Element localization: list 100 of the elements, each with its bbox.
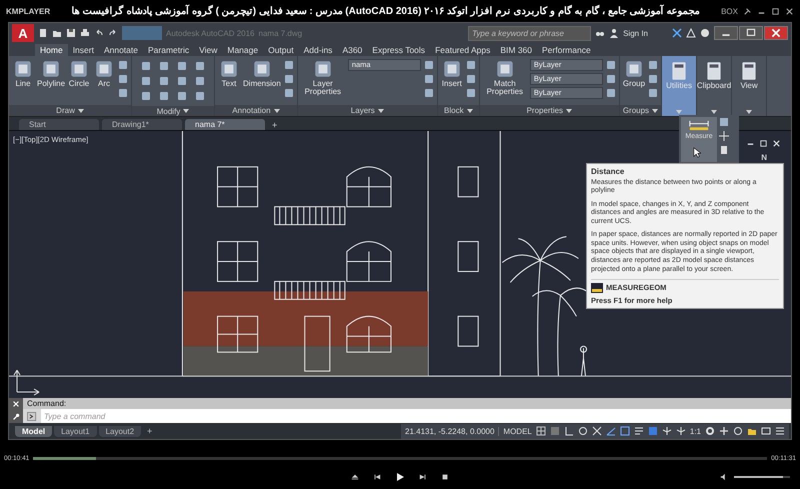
tool-icon[interactable] bbox=[195, 76, 206, 86]
panel-title[interactable]: Block bbox=[438, 105, 479, 116]
ribbon-tool-button[interactable]: Polyline bbox=[37, 58, 66, 88]
tool-icon[interactable] bbox=[118, 74, 128, 84]
ribbon-panel-button[interactable]: View bbox=[732, 56, 768, 116]
panel-title[interactable]: Draw bbox=[9, 105, 132, 116]
model-space-button[interactable]: MODEL bbox=[503, 426, 532, 436]
next-icon[interactable] bbox=[419, 473, 427, 481]
ribbon-tab[interactable]: Express Tools bbox=[367, 44, 430, 56]
play-icon[interactable] bbox=[395, 472, 405, 482]
layout-tab[interactable]: Layout2 bbox=[98, 426, 142, 436]
sign-in-link[interactable]: Sign In bbox=[623, 28, 648, 38]
folder-icon[interactable] bbox=[747, 426, 757, 436]
panel-title[interactable]: Annotation bbox=[215, 105, 297, 116]
angle-icon[interactable] bbox=[564, 426, 574, 436]
ribbon-tab[interactable]: Manage bbox=[222, 44, 264, 56]
restore-icon[interactable] bbox=[739, 26, 763, 40]
document-tab[interactable]: nama 7* bbox=[185, 119, 265, 130]
ribbon-tab[interactable]: Annotate bbox=[98, 44, 143, 56]
ribbon-tab[interactable]: Home bbox=[35, 44, 68, 56]
print-icon[interactable] bbox=[80, 28, 90, 38]
close-icon[interactable] bbox=[785, 6, 794, 16]
circle-icon[interactable] bbox=[733, 426, 743, 436]
cross-icon[interactable] bbox=[592, 426, 602, 436]
slope-icon[interactable] bbox=[606, 426, 616, 436]
tool-icon[interactable] bbox=[424, 60, 434, 70]
ribbon-tool-button[interactable]: Layer Properties bbox=[300, 58, 345, 97]
viewcube-compass[interactable]: N bbox=[761, 153, 767, 162]
tool-icon[interactable] bbox=[195, 61, 206, 71]
ribbon-tab[interactable]: Insert bbox=[68, 44, 99, 56]
tool-icon[interactable] bbox=[648, 88, 658, 98]
ribbon-tab[interactable]: Performance bbox=[537, 44, 596, 56]
window-icon[interactable] bbox=[761, 426, 771, 436]
new-tab-button[interactable]: + bbox=[268, 120, 282, 130]
panel-title[interactable]: Layers bbox=[298, 105, 437, 116]
tool-icon[interactable] bbox=[118, 88, 128, 98]
close-icon[interactable] bbox=[764, 26, 788, 40]
tool-icon[interactable] bbox=[424, 88, 434, 98]
tool-icon[interactable] bbox=[466, 88, 476, 98]
add-layout-button[interactable]: + bbox=[143, 426, 156, 436]
tool-icon[interactable] bbox=[648, 74, 658, 84]
figure-icon[interactable] bbox=[662, 426, 672, 436]
tool-icon[interactable] bbox=[177, 61, 188, 71]
ribbon-tab[interactable]: Parametric bbox=[142, 44, 194, 56]
tool-icon[interactable] bbox=[648, 60, 658, 70]
panel-title[interactable]: Groups bbox=[620, 105, 662, 116]
annotation-scale-button[interactable]: 1:1 bbox=[690, 426, 701, 436]
tool-icon[interactable] bbox=[466, 60, 476, 70]
ribbon-tool-button[interactable]: Match Properties bbox=[482, 58, 527, 97]
layout-tab[interactable]: Model bbox=[15, 426, 52, 436]
new-file-icon[interactable] bbox=[38, 28, 48, 38]
save-icon[interactable] bbox=[66, 28, 76, 38]
panel-title[interactable]: Properties bbox=[480, 105, 619, 116]
tool-icon[interactable] bbox=[159, 76, 170, 86]
ribbon-tab[interactable]: Output bbox=[263, 44, 299, 56]
tool-icon[interactable] bbox=[466, 74, 476, 84]
figure-icon[interactable] bbox=[676, 426, 686, 436]
tool-icon[interactable] bbox=[424, 74, 434, 84]
person-icon[interactable] bbox=[609, 28, 620, 38]
ribbon-tab[interactable]: Featured Apps bbox=[430, 44, 496, 56]
crosshair-icon[interactable] bbox=[719, 131, 729, 141]
plus-icon[interactable] bbox=[719, 426, 729, 436]
maximize-icon[interactable] bbox=[771, 6, 780, 16]
ribbon-tool-button[interactable]: Arc bbox=[93, 58, 116, 88]
tool-icon[interactable] bbox=[141, 91, 152, 101]
seek-bar[interactable] bbox=[33, 457, 768, 460]
previous-icon[interactable] bbox=[373, 473, 381, 481]
tool-icon[interactable] bbox=[719, 117, 729, 127]
redo-icon[interactable] bbox=[108, 28, 118, 38]
square-icon[interactable] bbox=[620, 426, 630, 436]
tool-icon[interactable] bbox=[141, 61, 152, 71]
speaker-icon[interactable] bbox=[720, 473, 728, 481]
tool-icon[interactable] bbox=[141, 76, 152, 86]
eject-icon[interactable] bbox=[351, 473, 359, 481]
tool-icon[interactable] bbox=[177, 76, 188, 86]
calculator-icon[interactable] bbox=[719, 145, 729, 155]
folder-icon[interactable] bbox=[52, 28, 62, 38]
menu-icon[interactable] bbox=[775, 426, 785, 436]
ribbon-tool-button[interactable]: Dimension bbox=[243, 58, 281, 88]
tool-icon[interactable] bbox=[195, 91, 206, 101]
tool-icon[interactable] bbox=[606, 88, 616, 98]
ribbon-tool-button[interactable]: Text bbox=[218, 58, 240, 88]
undo-icon[interactable] bbox=[94, 28, 104, 38]
tool-icon[interactable] bbox=[118, 60, 128, 70]
circle-icon[interactable] bbox=[578, 426, 588, 436]
app-menu-button[interactable]: A bbox=[12, 24, 34, 42]
warning-icon[interactable] bbox=[686, 28, 696, 38]
ribbon-tab[interactable]: View bbox=[194, 44, 222, 56]
ribbon-tab[interactable]: Add-ins bbox=[298, 44, 338, 56]
search-field[interactable]: Type a keyword or phrase bbox=[468, 26, 592, 40]
stop-icon[interactable] bbox=[441, 473, 449, 481]
minimize-icon[interactable] bbox=[714, 26, 738, 40]
tool-icon[interactable] bbox=[284, 88, 294, 98]
layout-tab[interactable]: Layout1 bbox=[54, 426, 97, 436]
ribbon-tool-button[interactable]: Insert bbox=[440, 58, 463, 88]
tool-icon[interactable] bbox=[177, 91, 188, 101]
box-label[interactable]: BOX bbox=[721, 6, 738, 16]
tool-icon[interactable] bbox=[284, 60, 294, 70]
tool-icon[interactable] bbox=[284, 74, 294, 84]
document-tab[interactable]: Start bbox=[19, 119, 99, 130]
